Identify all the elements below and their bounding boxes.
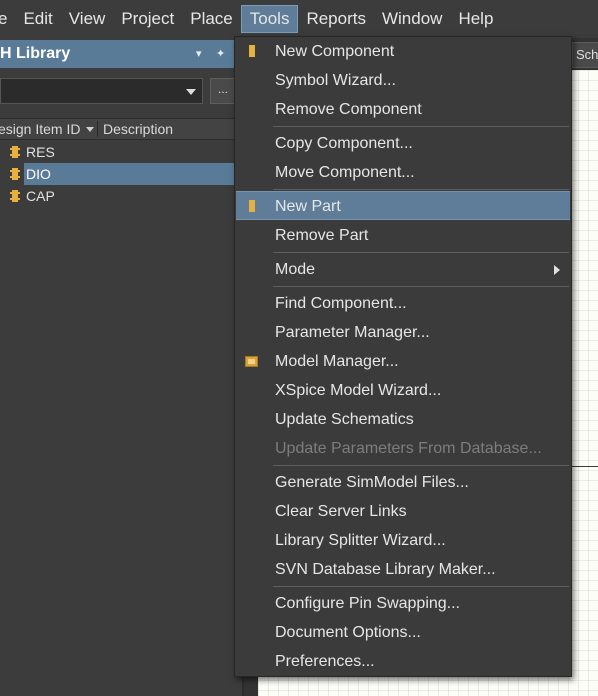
- menu-item-model-manager[interactable]: Model Manager...: [236, 347, 570, 376]
- menu-separator: [273, 252, 569, 253]
- component-row-dio[interactable]: DIO: [0, 163, 243, 185]
- panel-menu-icon[interactable]: ▾: [196, 40, 202, 68]
- menu-separator: [273, 586, 569, 587]
- submenu-arrow-icon: [554, 265, 560, 275]
- grid-header: esign Item ID Description: [0, 118, 243, 140]
- menu-item-find-component[interactable]: Find Component...: [236, 289, 570, 318]
- menu-item-svn-database-library-maker[interactable]: SVN Database Library Maker...: [236, 555, 570, 584]
- menu-window[interactable]: Window: [374, 6, 450, 32]
- column-divider[interactable]: [97, 121, 98, 137]
- menu-item-parameter-manager[interactable]: Parameter Manager...: [236, 318, 570, 347]
- document-tab[interactable]: Sch: [572, 42, 598, 68]
- sch-library-panel: H Library ▾ ✦ ... esign Item ID Descript…: [0, 38, 243, 696]
- menu-item-update-parameters-from-database: Update Parameters From Database...: [275, 440, 542, 457]
- menu-item-clear-server-links[interactable]: Clear Server Links: [236, 497, 570, 526]
- menu-item-update-schematics[interactable]: Update Schematics: [236, 405, 570, 434]
- menu-help[interactable]: Help: [450, 6, 501, 32]
- component-row-cap[interactable]: CAP: [0, 185, 243, 207]
- menu-item-remove-component[interactable]: Remove Component: [236, 95, 570, 124]
- menu-item-move-component[interactable]: Move Component...: [236, 158, 570, 187]
- menu-separator: [273, 465, 569, 466]
- menu-item-document-options[interactable]: Document Options...: [236, 618, 570, 647]
- menu-item-generate-simmodel-files[interactable]: Generate SimModel Files...: [236, 468, 570, 497]
- menu-item-mode[interactable]: Mode: [236, 255, 570, 284]
- chevron-down-icon[interactable]: [186, 89, 196, 95]
- column-design-item-id[interactable]: esign Item ID: [0, 119, 80, 139]
- panel-title-text: H Library: [0, 45, 71, 62]
- menu-item-new-component[interactable]: New Component: [236, 37, 570, 66]
- filter-row: ...: [0, 78, 243, 104]
- model-manager-icon: [245, 356, 258, 367]
- menu-view[interactable]: View: [61, 6, 114, 32]
- menu-item-symbol-wizard[interactable]: Symbol Wizard...: [236, 66, 570, 95]
- menu-item-remove-part[interactable]: Remove Part: [236, 221, 570, 250]
- component-name: DIO: [24, 163, 240, 185]
- component-icon: [249, 45, 255, 57]
- menu-item-library-splitter-wizard[interactable]: Library Splitter Wizard...: [236, 526, 570, 555]
- menu-bar: e Edit View Project Place Tools Reports …: [0, 0, 598, 38]
- component-name: RES: [26, 144, 55, 160]
- component-list: RES DIO CAP: [0, 141, 243, 207]
- menu-tools[interactable]: Tools: [240, 5, 299, 33]
- pin-icon[interactable]: ✦: [216, 40, 225, 68]
- component-icon: [10, 190, 20, 202]
- column-description[interactable]: Description: [103, 119, 173, 139]
- menu-edit[interactable]: Edit: [15, 6, 60, 32]
- sort-down-icon[interactable]: [86, 127, 94, 132]
- filter-combo[interactable]: [0, 78, 203, 104]
- menu-separator: [273, 126, 569, 127]
- part-icon: [249, 200, 255, 212]
- menu-separator: [273, 189, 569, 190]
- menu-project[interactable]: Project: [113, 6, 182, 32]
- menu-reports[interactable]: Reports: [298, 6, 374, 32]
- component-name: CAP: [26, 188, 55, 204]
- browse-button[interactable]: ...: [210, 78, 236, 104]
- menu-item-xspice-model-wizard[interactable]: XSpice Model Wizard...: [236, 376, 570, 405]
- component-row-res[interactable]: RES: [0, 141, 243, 163]
- panel-title: H Library ▾ ✦: [0, 40, 243, 68]
- tools-menu: New Component Symbol Wizard... Remove Co…: [234, 36, 572, 677]
- component-icon: [10, 146, 20, 158]
- component-icon: [10, 168, 20, 180]
- menu-separator: [273, 286, 569, 287]
- menu-place[interactable]: Place: [182, 6, 241, 32]
- menu-item-new-part[interactable]: New Part: [236, 191, 570, 220]
- menu-item-copy-component[interactable]: Copy Component...: [236, 129, 570, 158]
- menu-file[interactable]: e: [0, 6, 15, 32]
- menu-item-configure-pin-swapping[interactable]: Configure Pin Swapping...: [236, 589, 570, 618]
- menu-item-preferences[interactable]: Preferences...: [236, 647, 570, 676]
